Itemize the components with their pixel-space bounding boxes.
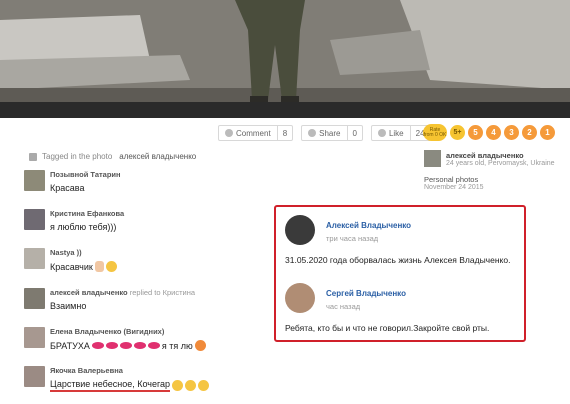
kiss-emoji-icon — [105, 342, 118, 349]
comment-author[interactable]: Елена Владыченко (Вигидних) — [50, 327, 206, 336]
comment-label: Comment — [236, 128, 271, 138]
comment-item: Nastya )) Красавчик — [24, 248, 117, 272]
comment-text: Взаимно — [50, 301, 87, 311]
post-text: 31.05.2020 года оборвалась жизнь Алексея… — [285, 255, 511, 265]
comment-count: 8 — [276, 126, 292, 140]
album-link[interactable]: Personal photos — [424, 175, 478, 184]
crying-emoji-icon — [198, 380, 210, 391]
tagged-label: Tagged in the photo — [42, 152, 113, 161]
avatar[interactable] — [24, 327, 45, 348]
photo-image — [0, 0, 570, 118]
kiss-emoji-icon — [147, 342, 160, 349]
photo-date: November 24 2015 — [424, 184, 484, 191]
kiss-emoji-icon — [119, 342, 132, 349]
post-author[interactable]: Алексей Владыченко — [326, 221, 411, 230]
rate-5plus-button[interactable]: 5+ — [450, 125, 465, 140]
crying-emoji-icon — [185, 380, 197, 391]
post-avatar[interactable] — [285, 215, 315, 245]
comment-author[interactable]: алексей владыченко — [50, 288, 128, 297]
photo-viewer[interactable] — [0, 0, 570, 118]
post-text: Ребята, кто бы и что не говорил.Закройте… — [285, 323, 490, 333]
comment-item: Елена Владыченко (Вигидних) БРАТУХА я тя… — [24, 327, 206, 351]
comment-text: я люблю тебя))) — [50, 222, 117, 232]
avatar[interactable] — [24, 170, 45, 191]
comment-item: Якочка Валерьевна Царствие небесное, Коч… — [24, 366, 210, 392]
avatar[interactable] — [24, 209, 45, 230]
rate-2-button[interactable]: 2 — [522, 125, 537, 140]
post-time: час назад — [326, 302, 361, 311]
comment-text-tail: я тя лю — [161, 340, 193, 351]
owner-name[interactable]: алексей владыченко — [446, 151, 524, 160]
rate-4-button[interactable]: 4 — [486, 125, 501, 140]
highlighted-posts-box: Алексей Владыченко три часа назад 31.05.… — [274, 205, 526, 342]
photo-actions: Comment 8 Share 0 Like 24 — [218, 125, 431, 141]
comment-author[interactable]: Nastya )) — [50, 248, 117, 257]
crying-emoji-icon — [172, 380, 184, 391]
comment-text: БРАТУХА — [50, 340, 90, 351]
comment-text: Царствие небесное, Кочегар — [50, 379, 171, 392]
reply-to-label: replied to Кристина — [129, 288, 196, 297]
comment-text: Красавчик — [50, 261, 93, 272]
rate-label: Rate from 0 OK — [423, 124, 447, 141]
comment-author[interactable]: Позывной Татарин — [50, 170, 121, 179]
photo-bottom-bar — [0, 102, 570, 118]
comment-author[interactable]: Якочка Валерьевна — [50, 366, 209, 375]
owner-avatar[interactable] — [424, 150, 441, 167]
like-button[interactable]: Like 24 — [370, 125, 431, 141]
owner-details: 24 years old, Pervomaysk, Ukraine — [446, 160, 555, 167]
like-icon — [377, 129, 386, 137]
comment-icon — [225, 129, 233, 137]
kiss-emoji-icon — [91, 342, 104, 349]
avatar[interactable] — [24, 288, 45, 309]
thumbs-up-emoji-icon — [94, 261, 104, 272]
comment-text: Красава — [50, 183, 85, 193]
kiss-emoji-icon — [133, 342, 146, 349]
post-avatar[interactable] — [285, 283, 315, 313]
share-count: 0 — [346, 126, 362, 140]
tag-icon — [29, 152, 37, 161]
comment-button[interactable]: Comment 8 — [218, 125, 294, 141]
rate-5-button[interactable]: 5 — [468, 125, 483, 140]
post-author[interactable]: Сергей Владыченко — [326, 289, 406, 298]
tagged-info: Tagged in the photo алексей владыченко — [29, 152, 196, 161]
comment-item: Позывной Татарин Красава — [24, 170, 121, 193]
avatar[interactable] — [24, 248, 45, 269]
comment-item: алексей владыченко replied to Кристина В… — [24, 288, 195, 311]
rate-label-line2: from 0 OK — [423, 131, 447, 138]
tagged-person-link[interactable]: алексей владыченко — [119, 152, 196, 161]
smiling-emoji-icon — [105, 261, 117, 272]
avatar[interactable] — [24, 366, 45, 387]
comment-author[interactable]: Кристина Ефанкова — [50, 209, 124, 218]
love-emoji-icon — [194, 340, 206, 351]
photo-rating: Rate from 0 OK 5+ 5 4 3 2 1 — [423, 124, 555, 141]
rate-1-button[interactable]: 1 — [540, 125, 555, 140]
rate-3-button[interactable]: 3 — [504, 125, 519, 140]
share-button[interactable]: Share 0 — [301, 125, 363, 141]
like-label: Like — [388, 128, 404, 138]
post-time: три часа назад — [326, 234, 379, 243]
share-label: Share — [319, 128, 341, 138]
share-icon — [308, 129, 317, 137]
comment-item: Кристина Ефанкова я люблю тебя))) — [24, 209, 124, 232]
